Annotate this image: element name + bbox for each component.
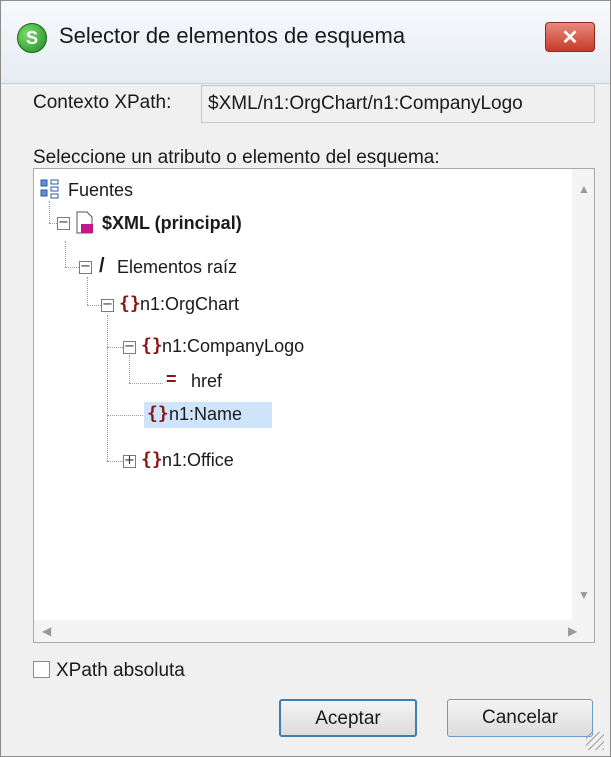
sources-icon xyxy=(40,179,59,199)
scroll-down-icon[interactable]: ▼ xyxy=(578,589,590,601)
tree-connector xyxy=(49,223,57,224)
tree-connector xyxy=(129,383,163,384)
element-icon: {} xyxy=(141,449,163,470)
tree-connector xyxy=(65,267,79,268)
close-button[interactable]: ✕ xyxy=(545,22,595,52)
tree-connector xyxy=(129,355,130,383)
tree-connector xyxy=(107,347,123,348)
collapse-toggle[interactable]: − xyxy=(123,340,136,354)
tree-connector xyxy=(107,415,143,416)
scroll-right-icon[interactable]: ▶ xyxy=(568,625,577,637)
attribute-icon: = xyxy=(166,369,177,389)
tree-item-href[interactable]: href xyxy=(191,371,222,392)
xpath-context-label: Contexto XPath: xyxy=(33,92,172,113)
tree-connector xyxy=(107,315,108,461)
xpath-context-field: $XML/n1:OrgChart/n1:CompanyLogo xyxy=(201,85,595,123)
absolute-xpath-label: XPath absoluta xyxy=(56,660,185,681)
element-icon: {} xyxy=(147,403,169,424)
vertical-scrollbar[interactable]: ▲ ▼ xyxy=(572,169,594,621)
tree-connector xyxy=(87,277,88,305)
tree-item-orgchart[interactable]: n1:OrgChart xyxy=(140,294,239,315)
schema-tree[interactable]: Fuentes − $XML (principal) − / Elementos… xyxy=(33,168,595,643)
element-icon: {} xyxy=(119,293,141,314)
title-bar: S Selector de elementos de esquema ✕ xyxy=(1,1,610,84)
element-icon: {} xyxy=(141,335,163,356)
collapse-toggle[interactable]: − xyxy=(57,216,70,230)
tree-item-xml-source[interactable]: $XML (principal) xyxy=(102,213,242,234)
scroll-up-icon[interactable]: ▲ xyxy=(578,183,590,195)
tree-instruction-label: Seleccione un atributo o elemento del es… xyxy=(33,147,440,168)
app-icon: S xyxy=(17,23,47,53)
root-elements-icon: / xyxy=(99,255,105,277)
tree-item-sources[interactable]: Fuentes xyxy=(68,180,133,201)
resize-grip-icon[interactable] xyxy=(586,732,604,750)
ok-button[interactable]: Aceptar xyxy=(279,699,417,737)
xml-document-icon xyxy=(76,211,93,234)
scroll-left-icon[interactable]: ◀ xyxy=(42,625,51,637)
tree-item-office[interactable]: n1:Office xyxy=(162,450,234,471)
cancel-button[interactable]: Cancelar xyxy=(447,699,593,737)
tree-connector xyxy=(107,461,123,462)
tree-connector xyxy=(49,201,50,223)
tree-connector xyxy=(87,305,101,306)
tree-item-name[interactable]: n1:Name xyxy=(169,404,242,425)
tree-item-root-elements[interactable]: Elementos raíz xyxy=(117,257,237,278)
collapse-toggle[interactable]: − xyxy=(79,260,92,274)
expand-toggle[interactable]: + xyxy=(123,454,136,468)
absolute-xpath-checkbox[interactable] xyxy=(33,661,50,678)
tree-item-companylogo[interactable]: n1:CompanyLogo xyxy=(162,336,304,357)
collapse-toggle[interactable]: − xyxy=(101,298,114,312)
horizontal-scrollbar[interactable]: ◀ ▶ xyxy=(34,620,594,642)
dialog-title: Selector de elementos de esquema xyxy=(59,23,406,48)
schema-selector-dialog: S Selector de elementos de esquema ✕ Con… xyxy=(0,0,611,757)
tree-connector xyxy=(65,241,66,267)
